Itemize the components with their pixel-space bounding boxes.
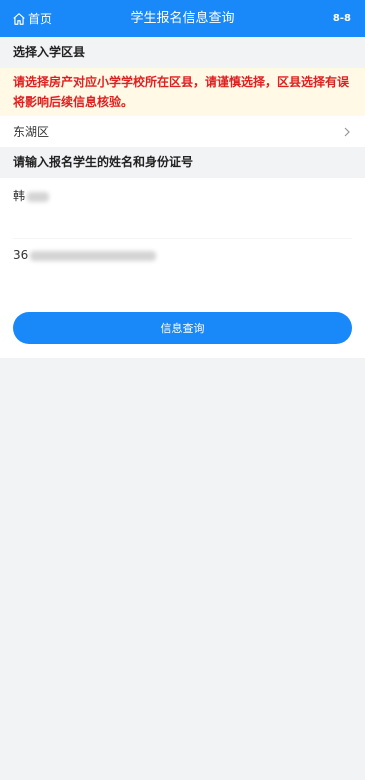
student-section-title: 请输入报名学生的姓名和身份证号 bbox=[0, 147, 365, 178]
field-divider bbox=[13, 238, 352, 239]
student-id-field[interactable]: 36 bbox=[13, 245, 352, 265]
district-select[interactable]: 东湖区 bbox=[0, 116, 365, 147]
chevron-right-icon bbox=[344, 127, 350, 136]
district-value: 东湖区 bbox=[13, 125, 50, 139]
query-button[interactable]: 信息查询 bbox=[13, 312, 352, 344]
top-nav-bar: 首页 学生报名信息查询 8-8 bbox=[0, 0, 365, 37]
district-warning-notice: 请选择房产对应小学学校所在区县，请谨慎选择，区县选择有误将影响后续信息核验。 bbox=[0, 68, 365, 116]
page-title: 学生报名信息查询 bbox=[130, 11, 235, 26]
id-redaction bbox=[30, 250, 157, 261]
version-label: 8-8 bbox=[332, 13, 351, 24]
district-section-title: 选择入学区县 bbox=[0, 37, 365, 68]
student-name-input[interactable]: 韩 bbox=[13, 189, 25, 203]
name-redaction bbox=[27, 191, 50, 202]
student-name-field[interactable]: 韩 bbox=[13, 186, 352, 206]
query-button-wrap: 信息查询 bbox=[13, 312, 352, 344]
student-form: 韩 36 信息查询 bbox=[0, 178, 365, 358]
student-id-input[interactable]: 36 bbox=[13, 248, 28, 262]
